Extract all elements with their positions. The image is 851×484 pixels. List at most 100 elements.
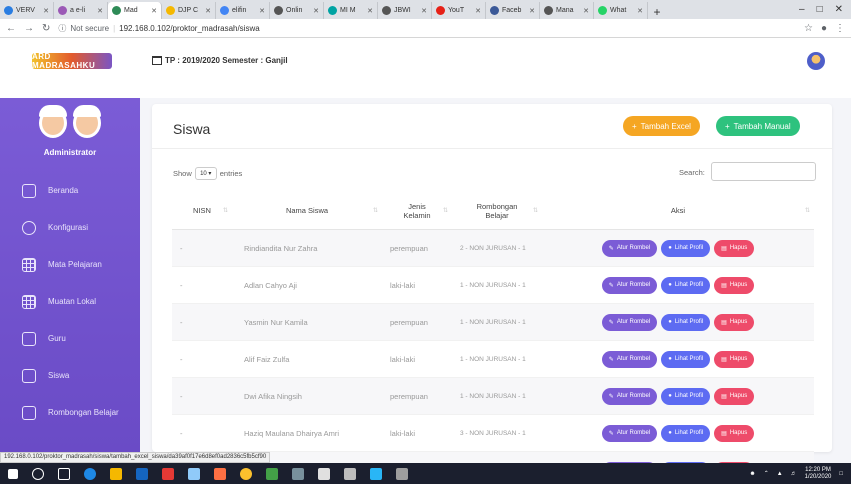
profile-icon[interactable]: ● <box>821 23 827 34</box>
hapus-button[interactable]: ▤Hapus <box>714 276 755 294</box>
volume-icon[interactable]: ♬ <box>791 471 797 477</box>
tab-close-icon[interactable]: ✕ <box>637 7 643 15</box>
windows-start-icon[interactable] <box>8 468 18 479</box>
network-icon[interactable]: ▲ <box>777 471 783 477</box>
paint-icon[interactable] <box>396 467 408 480</box>
browser-tab[interactable]: elifin ✕ <box>216 2 270 19</box>
sidebar-item-mata-pelajaran[interactable]: Mata Pelajaran <box>0 246 140 283</box>
forward-icon[interactable]: → <box>24 23 34 34</box>
tab-close-icon[interactable]: ✕ <box>475 7 481 15</box>
col-jenis-kelamin[interactable]: Jenis Kelamin ⇅ <box>382 192 452 229</box>
browser-tab[interactable]: Onlin ✕ <box>270 2 324 19</box>
browser-tab[interactable]: VERV ✕ <box>0 2 54 19</box>
reload-icon[interactable]: ↻ <box>42 23 50 34</box>
sidebar-item-muatan-lokal[interactable]: Muatan Lokal <box>0 283 140 320</box>
lihat-profil-button[interactable]: ●Lihat Profil <box>661 350 711 368</box>
sidebar-item-konfigurasi[interactable]: Konfigurasi <box>0 209 140 246</box>
tab-close-icon[interactable]: ✕ <box>367 7 373 15</box>
minimize-icon[interactable]: – <box>799 4 805 15</box>
tab-close-icon[interactable]: ✕ <box>97 7 103 15</box>
browser-tab[interactable]: Mana ✕ <box>540 2 594 19</box>
col-rombongan[interactable]: Rombongan Belajar ⇅ <box>452 192 542 229</box>
word-icon[interactable] <box>370 467 382 480</box>
store-icon[interactable] <box>136 467 148 480</box>
info-icon[interactable]: ⓘ <box>58 23 66 34</box>
browser-tab[interactable]: a e-li ✕ <box>54 2 108 19</box>
file-explorer-icon[interactable] <box>110 467 122 480</box>
app-logo[interactable]: ARD MADRASAHKU <box>32 52 112 70</box>
browser-tab[interactable]: MI M ✕ <box>324 2 378 19</box>
people-icon[interactable]: ☻ <box>749 471 755 477</box>
sidebar-item-guru[interactable]: Guru <box>0 320 140 357</box>
atur-rombel-button[interactable]: ✎Atur Rombel <box>601 350 658 368</box>
atur-rombel-button[interactable]: ✎Atur Rombel <box>601 387 658 405</box>
browser-tab[interactable]: DJP C ✕ <box>162 2 216 19</box>
col-nama[interactable]: Nama Siswa ⇅ <box>232 192 382 229</box>
search-icon[interactable] <box>32 467 44 480</box>
browser-tab[interactable]: Mad ✕ <box>108 2 162 19</box>
tab-close-icon[interactable]: ✕ <box>43 7 49 15</box>
clock[interactable]: 12:20 PM 1/20/2020 <box>805 467 832 481</box>
app-green-icon[interactable] <box>266 467 278 480</box>
hapus-button[interactable]: ▤Hapus <box>714 350 755 368</box>
lihat-profil-button[interactable]: ●Lihat Profil <box>661 424 711 442</box>
firefox-icon[interactable] <box>214 467 226 480</box>
atur-rombel-button[interactable]: ✎Atur Rombel <box>601 424 658 442</box>
tab-close-icon[interactable]: ✕ <box>313 7 319 15</box>
edge-icon[interactable] <box>84 467 96 480</box>
bookmark-star-icon[interactable]: ☆ <box>804 23 813 34</box>
notification-icon[interactable]: □ <box>839 471 843 477</box>
new-tab-button[interactable]: + <box>648 5 666 19</box>
photos-icon[interactable] <box>292 467 304 480</box>
back-icon[interactable]: ← <box>6 23 16 34</box>
col-aksi[interactable]: Aksi ⇅ <box>542 192 814 229</box>
lihat-profil-button[interactable]: ●Lihat Profil <box>661 313 711 331</box>
admin-avatar <box>38 105 102 142</box>
atur-rombel-button[interactable]: ✎Atur Rombel <box>601 239 658 257</box>
table-row: - Adlan Cahyo Aji laki-laki 1 - NON JURUSAN… <box>172 267 814 304</box>
edit-icon: ✎ <box>608 430 614 437</box>
clock-date: 1/20/2020 <box>804 473 832 480</box>
app-icon[interactable] <box>162 467 174 480</box>
menu-dots-icon[interactable]: ⋮ <box>835 23 845 34</box>
browser-tab[interactable]: YouT ✕ <box>432 2 486 19</box>
close-icon[interactable]: ✕ <box>835 4 843 15</box>
chrome-icon[interactable] <box>240 467 252 480</box>
lihat-profil-button[interactable]: ●Lihat Profil <box>661 387 711 405</box>
settings-icon[interactable] <box>344 467 356 480</box>
browser-tab[interactable]: What ✕ <box>594 2 648 19</box>
tab-close-icon[interactable]: ✕ <box>421 7 427 15</box>
tab-close-icon[interactable]: ✕ <box>583 7 589 15</box>
sidebar-item-rombongan-belajar[interactable]: Rombongan Belajar <box>0 394 140 431</box>
sidebar-item-siswa[interactable]: Siswa <box>0 357 140 394</box>
tab-close-icon[interactable]: ✕ <box>205 7 211 15</box>
hapus-button[interactable]: ▤Hapus <box>714 387 755 405</box>
shield-icon[interactable] <box>318 467 330 480</box>
tambah-manual-button[interactable]: + Tambah Manual <box>716 116 800 136</box>
tab-close-icon[interactable]: ✕ <box>529 7 535 15</box>
hapus-button[interactable]: ▤Hapus <box>714 424 755 442</box>
tab-favicon-icon <box>274 6 283 15</box>
task-view-icon[interactable] <box>58 467 70 480</box>
url-text[interactable]: 192.168.0.102/proktor_madrasah/siswa <box>119 24 260 33</box>
col-nisn[interactable]: NISN ⇅ <box>172 192 232 229</box>
hapus-button[interactable]: ▤Hapus <box>714 239 755 257</box>
atur-rombel-button[interactable]: ✎Atur Rombel <box>601 276 658 294</box>
tab-close-icon[interactable]: ✕ <box>259 7 265 15</box>
search-input[interactable] <box>711 162 816 181</box>
lihat-profil-button[interactable]: ●Lihat Profil <box>661 239 711 257</box>
user-avatar[interactable] <box>807 52 825 70</box>
tambah-excel-button[interactable]: + Tambah Excel <box>623 116 700 136</box>
browser-tab[interactable]: Faceb ✕ <box>486 2 540 19</box>
mail-icon[interactable] <box>188 467 200 480</box>
sidebar-item-beranda[interactable]: Beranda <box>0 172 140 209</box>
lihat-profil-button[interactable]: ●Lihat Profil <box>661 276 711 294</box>
maximize-icon[interactable]: □ <box>817 4 823 15</box>
entries-select[interactable]: 10 ▾ <box>194 167 217 180</box>
browser-tab[interactable]: JBWI ✕ <box>378 2 432 19</box>
url-field[interactable]: ⓘ Not secure | 192.168.0.102/proktor_mad… <box>58 23 259 34</box>
tray-chevron-icon[interactable]: ⌃ <box>764 470 769 477</box>
tab-close-icon[interactable]: ✕ <box>151 7 157 15</box>
hapus-button[interactable]: ▤Hapus <box>714 313 755 331</box>
atur-rombel-button[interactable]: ✎Atur Rombel <box>601 313 658 331</box>
